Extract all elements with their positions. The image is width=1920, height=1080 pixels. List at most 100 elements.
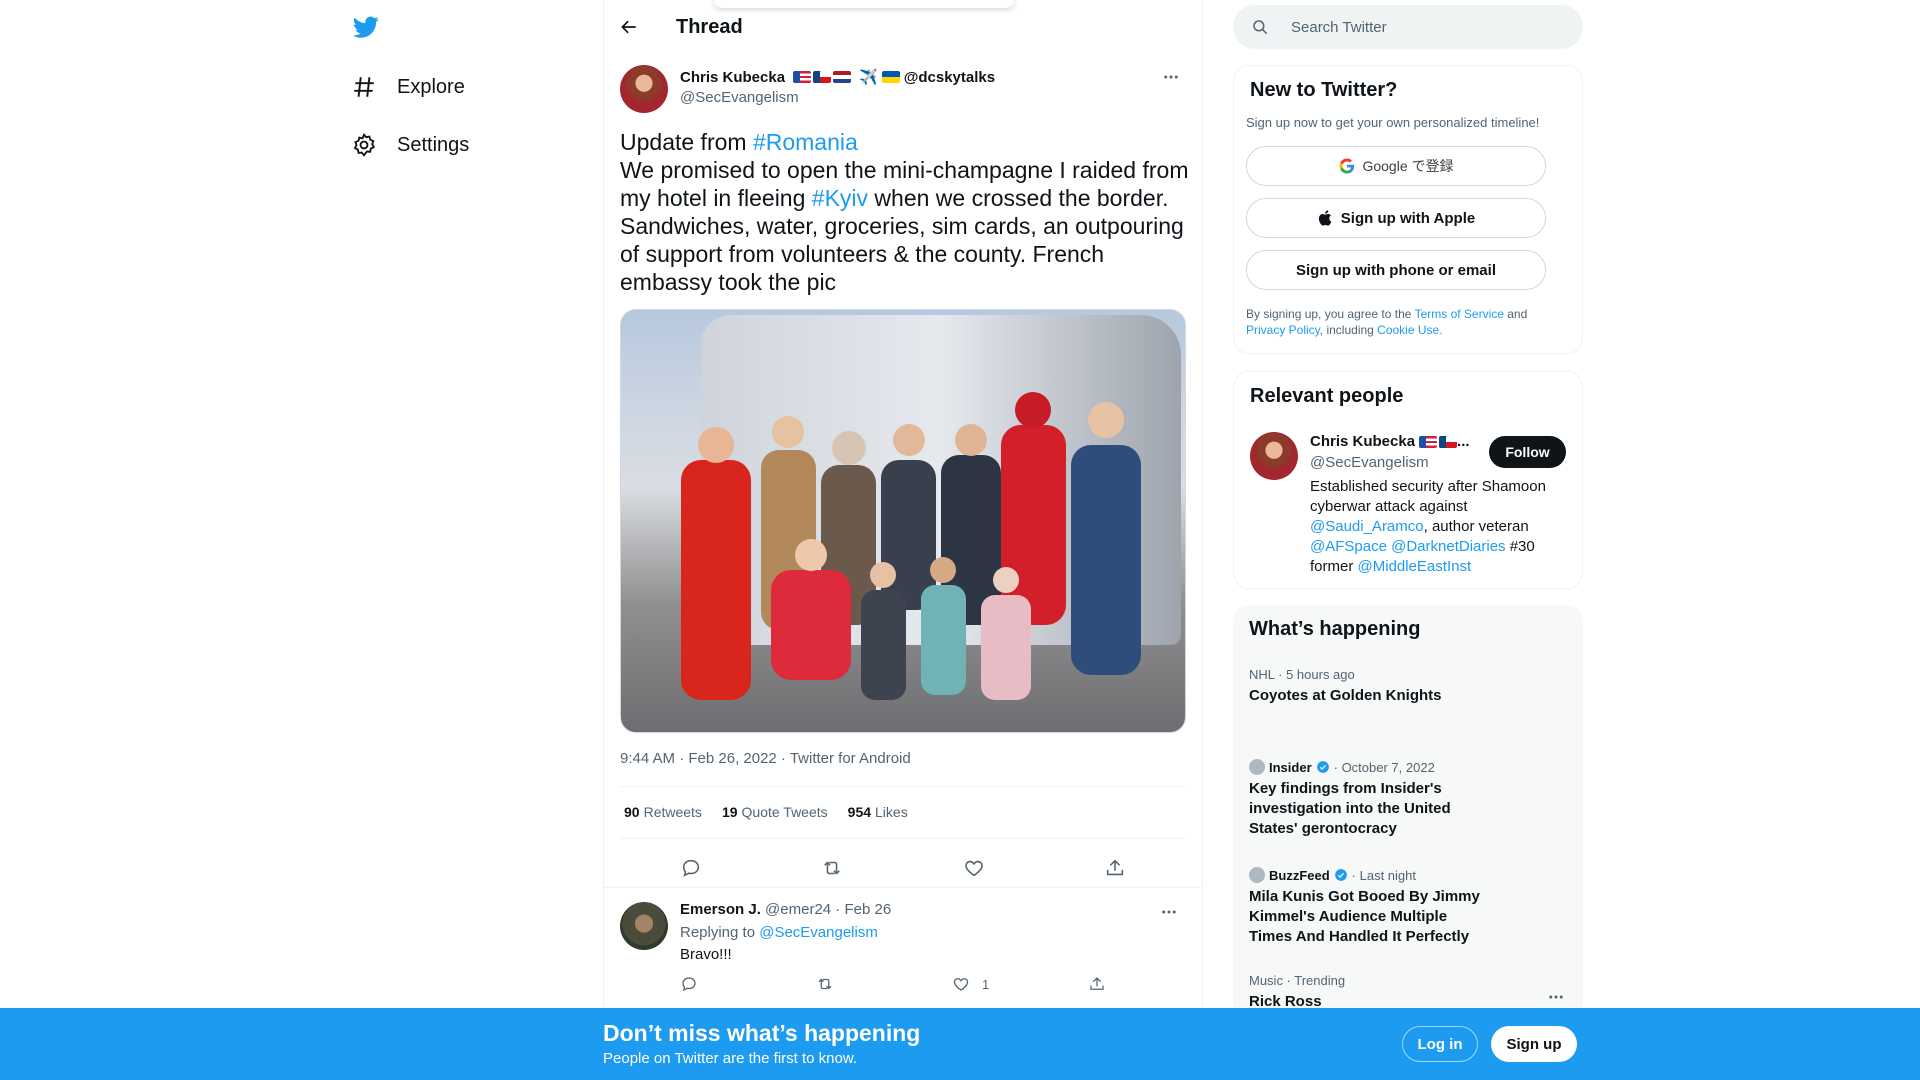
author-extra-handle: @dcskytalks [903, 68, 996, 86]
puerto-rico-flag-icon [793, 71, 812, 83]
bio-link-darknetdiaries[interactable]: @DarknetDiaries [1391, 538, 1505, 555]
replying-to: Replying to @SecEvangelism [680, 924, 878, 941]
thread-header: Thread [604, 0, 1202, 53]
retweets-stat[interactable]: 90 Retweets [624, 804, 702, 820]
reply-like-count: 1 [982, 976, 990, 992]
heart-icon [952, 975, 970, 993]
trend-item[interactable]: Music · Trending Rick Ross [1249, 973, 1569, 1012]
terms-of-service-link[interactable]: Terms of Service [1415, 307, 1504, 321]
relevant-person-avatar[interactable] [1250, 432, 1298, 480]
search-input[interactable] [1291, 18, 1571, 36]
bio-link-saudi-aramco[interactable]: @Saudi_Aramco [1310, 518, 1424, 535]
share-icon [1088, 975, 1106, 993]
quote-tweets-stat[interactable]: 19 Quote Tweets [722, 804, 828, 820]
twitter-bird-icon[interactable] [351, 14, 381, 40]
tweet-more-button[interactable] [1156, 65, 1186, 89]
reply-tweet[interactable]: Emerson J. @emer24 · Feb 26 Replying to … [604, 887, 1202, 1007]
bio-part1: Established security after Shamoon cyber… [1310, 478, 1546, 515]
czech-flag-icon [1439, 435, 1458, 448]
hashtag-kyiv-link[interactable]: #Kyiv [812, 185, 868, 211]
nav-item-settings[interactable]: Settings [351, 125, 469, 165]
reply-share-button[interactable] [1088, 975, 1106, 993]
nav-item-explore[interactable]: Explore [351, 67, 465, 107]
reply-author-name[interactable]: Emerson J. [680, 901, 761, 918]
apple-signup-button[interactable]: Sign up with Apple [1246, 198, 1546, 238]
hashtag-romania-link[interactable]: #Romania [753, 129, 858, 155]
bio-link-afspace[interactable]: @AFSpace [1310, 538, 1387, 555]
retweet-icon [816, 975, 834, 993]
relevant-people-card: Relevant people Chris Kubecka ... @SecEv… [1233, 371, 1583, 589]
airplane-emoji: ✈️ [859, 69, 878, 86]
verified-badge-icon [1312, 760, 1334, 774]
trend-item[interactable]: NHL · 5 hours ago Coyotes at Golden Knig… [1249, 667, 1569, 706]
relevant-person-handle[interactable]: @SecEvangelism [1310, 454, 1429, 471]
reply-retweet-button[interactable] [816, 975, 834, 993]
heart-icon [963, 857, 985, 879]
search-bar[interactable] [1233, 5, 1583, 49]
new-to-twitter-card: New to Twitter? Sign up now to get your … [1233, 65, 1583, 354]
share-icon [1104, 857, 1126, 879]
share-button[interactable] [1100, 853, 1130, 883]
search-icon [1233, 18, 1269, 36]
signup-button[interactable]: Sign up [1491, 1026, 1577, 1062]
retweet-button[interactable] [817, 853, 847, 883]
signup-banner: Don’t miss what’s happening People on Tw… [0, 1008, 1920, 1080]
tweet-photo[interactable] [620, 309, 1186, 733]
retweets-label: Retweets [643, 804, 702, 820]
reply-avatar[interactable] [620, 902, 668, 950]
reply-actions: 1 [680, 975, 1130, 1005]
trend-source-row: Insider · October 7, 2022 [1249, 759, 1569, 775]
reply-handle-date: @emer24 · Feb 26 [765, 901, 892, 918]
terms-and: and [1503, 307, 1528, 321]
back-button[interactable] [614, 12, 644, 42]
follow-button[interactable]: Follow [1489, 436, 1566, 468]
login-button[interactable]: Log in [1402, 1026, 1478, 1062]
google-signup-button[interactable]: Google で登録 [1246, 146, 1546, 186]
reply-button[interactable] [676, 853, 706, 883]
nav-label-settings: Settings [397, 133, 470, 156]
bio-link-middleeastinst[interactable]: @MiddleEastInst [1358, 558, 1472, 575]
reply-reply-button[interactable] [680, 975, 698, 993]
trend-more-button[interactable] [1541, 985, 1571, 1009]
like-button[interactable] [959, 853, 989, 883]
tweet-author: Chris Kubecka ✈️ @dcskytalks @SecEvangel… [680, 68, 996, 107]
reply-more-button[interactable] [1154, 900, 1184, 924]
relevant-person-name: Chris Kubecka [1310, 433, 1416, 450]
apple-signup-label: Sign up with Apple [1340, 209, 1476, 227]
terms-text: By signing up, you agree to the Terms of… [1246, 306, 1566, 338]
trend-source-row: BuzzFeed · Last night [1249, 867, 1569, 883]
photo-people-illustration [681, 392, 1141, 700]
tweet-text: Update from #Romania We promised to open… [620, 128, 1190, 296]
trend-meta: Music · Trending [1249, 973, 1346, 988]
author-avatar[interactable] [620, 65, 668, 113]
puerto-rico-flag-icon [1419, 435, 1438, 448]
reply-like-button[interactable]: 1 [952, 975, 989, 993]
cookie-use-link[interactable]: Cookie Use. [1377, 323, 1442, 337]
gear-icon [351, 132, 377, 158]
trend-source: Insider [1269, 759, 1312, 775]
relevant-person-name-row[interactable]: Chris Kubecka ... [1310, 433, 1470, 450]
more-dots-icon [1547, 988, 1565, 1006]
tweet-timestamp[interactable]: 9:44 AM · Feb 26, 2022 · Twitter for And… [620, 750, 911, 767]
relevant-people-title: Relevant people [1250, 385, 1404, 407]
trend-title: Key findings from Insider's investigatio… [1249, 780, 1451, 837]
source-avatar [1249, 759, 1265, 775]
ukraine-flag-icon [881, 71, 900, 83]
author-name-row[interactable]: Chris Kubecka ✈️ @dcskytalks [680, 68, 996, 87]
trend-item[interactable]: Insider · October 7, 2022 Key findings f… [1249, 759, 1569, 839]
privacy-policy-link[interactable]: Privacy Policy [1246, 323, 1320, 337]
arrow-left-icon [619, 17, 639, 37]
new-to-twitter-title: New to Twitter? [1250, 79, 1398, 101]
czech-flag-icon [813, 71, 832, 83]
phone-email-signup-button[interactable]: Sign up with phone or email [1246, 250, 1546, 290]
likes-stat[interactable]: 954 Likes [848, 804, 908, 820]
replying-to-link[interactable]: @SecEvangelism [759, 924, 878, 941]
trend-item[interactable]: BuzzFeed · Last night Mila Kunis Got Boo… [1249, 867, 1569, 947]
author-name: Chris Kubecka [680, 68, 786, 86]
banner-title: Don’t miss what’s happening [603, 1020, 921, 1046]
replying-prefix: Replying to [680, 924, 760, 941]
author-handle[interactable]: @SecEvangelism [680, 89, 995, 106]
more-dots-icon [1162, 68, 1180, 86]
name-ellipsis: ... [1457, 433, 1470, 450]
reply-author: Emerson J. @emer24 · Feb 26 [680, 901, 891, 918]
